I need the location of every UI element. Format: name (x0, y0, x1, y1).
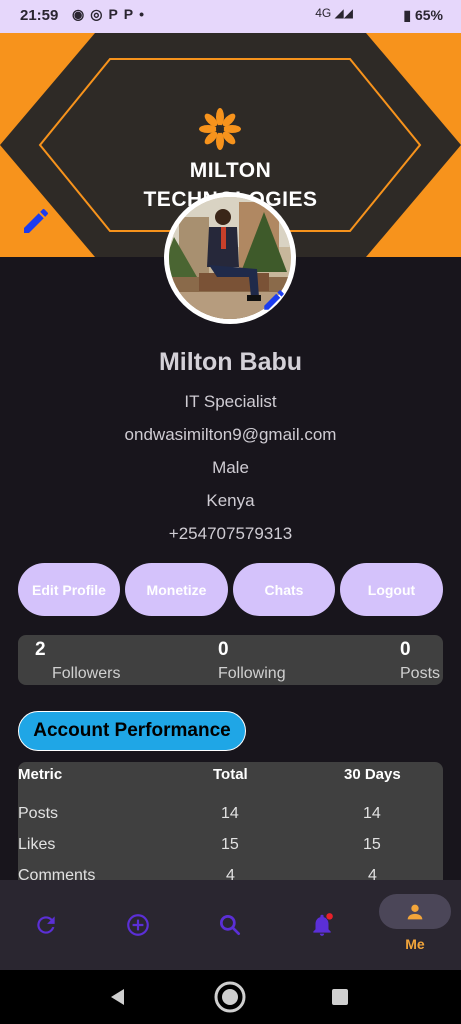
network-icon: 4G ◢◢ (315, 6, 353, 20)
battery-percent: 65% (414, 7, 443, 23)
profile-gender: Male (212, 458, 249, 477)
messenger-icon: ◉ (72, 6, 91, 22)
whatsapp-icon: ◎ (90, 6, 109, 22)
notification-badge (326, 913, 333, 920)
system-navigation-bar (0, 970, 461, 1024)
add-icon[interactable] (125, 912, 151, 938)
p-icon: P (123, 6, 140, 22)
status-time: 21:59 (20, 7, 59, 24)
header-total: Total (213, 766, 248, 783)
profile-phone: +254707579313 (168, 524, 293, 543)
profile-country: Kenya (206, 491, 255, 510)
banner-title-line1: MILTON (189, 159, 272, 182)
battery-indicator: ▮ 65% (403, 7, 443, 23)
back-icon[interactable] (108, 987, 128, 1007)
edit-profile-button[interactable]: Edit Profile (18, 563, 120, 616)
posts-count[interactable]: 0 (400, 639, 411, 661)
profile-name: Milton Babu (158, 348, 303, 376)
recents-icon[interactable] (332, 989, 348, 1005)
row-likes-metric: Likes (18, 836, 56, 853)
followers-count[interactable]: 2 (35, 639, 46, 661)
stats-card: 2 Followers 0 Following 0 Posts (18, 635, 443, 685)
monetize-button[interactable]: Monetize (125, 563, 228, 616)
person-icon (407, 904, 423, 920)
dot-icon: • (139, 6, 151, 22)
row-likes-total: 15 (221, 836, 239, 853)
following-label[interactable]: Following (218, 665, 286, 683)
me-tab[interactable] (379, 894, 451, 929)
edit-banner-icon[interactable] (20, 205, 52, 237)
following-count[interactable]: 0 (218, 639, 229, 661)
logout-button[interactable]: Logout (340, 563, 443, 616)
p-icon: P (108, 6, 124, 22)
row-posts-metric: Posts (18, 805, 59, 822)
row-posts-30days: 14 (363, 805, 381, 822)
performance-table: Metric Total 30 Days Posts 14 14 Likes 1… (18, 762, 443, 892)
row-likes-30days: 15 (363, 836, 381, 853)
me-tab-label[interactable]: Me (379, 936, 451, 952)
search-icon[interactable] (217, 912, 243, 938)
profile-title: IT Specialist (184, 392, 277, 411)
status-bar: 21:59 ◉◎PP• 4G ◢◢ ▮ 65% (0, 0, 461, 33)
row-posts-total: 14 (221, 805, 239, 822)
followers-label[interactable]: Followers (52, 665, 120, 683)
header-30-days: 30 Days (344, 766, 401, 783)
account-performance-button[interactable]: Account Performance (18, 711, 246, 751)
refresh-icon[interactable] (33, 912, 59, 938)
notification-icon[interactable] (309, 912, 335, 938)
posts-label[interactable]: Posts (400, 665, 440, 683)
profile-email: ondwasimilton9@gmail.com (124, 425, 337, 444)
header-metric: Metric (18, 766, 63, 783)
chats-button[interactable]: Chats (233, 563, 335, 616)
home-icon[interactable] (214, 981, 246, 1013)
notification-icons: ◉◎PP• (72, 6, 150, 23)
edit-avatar-icon[interactable] (261, 287, 287, 313)
